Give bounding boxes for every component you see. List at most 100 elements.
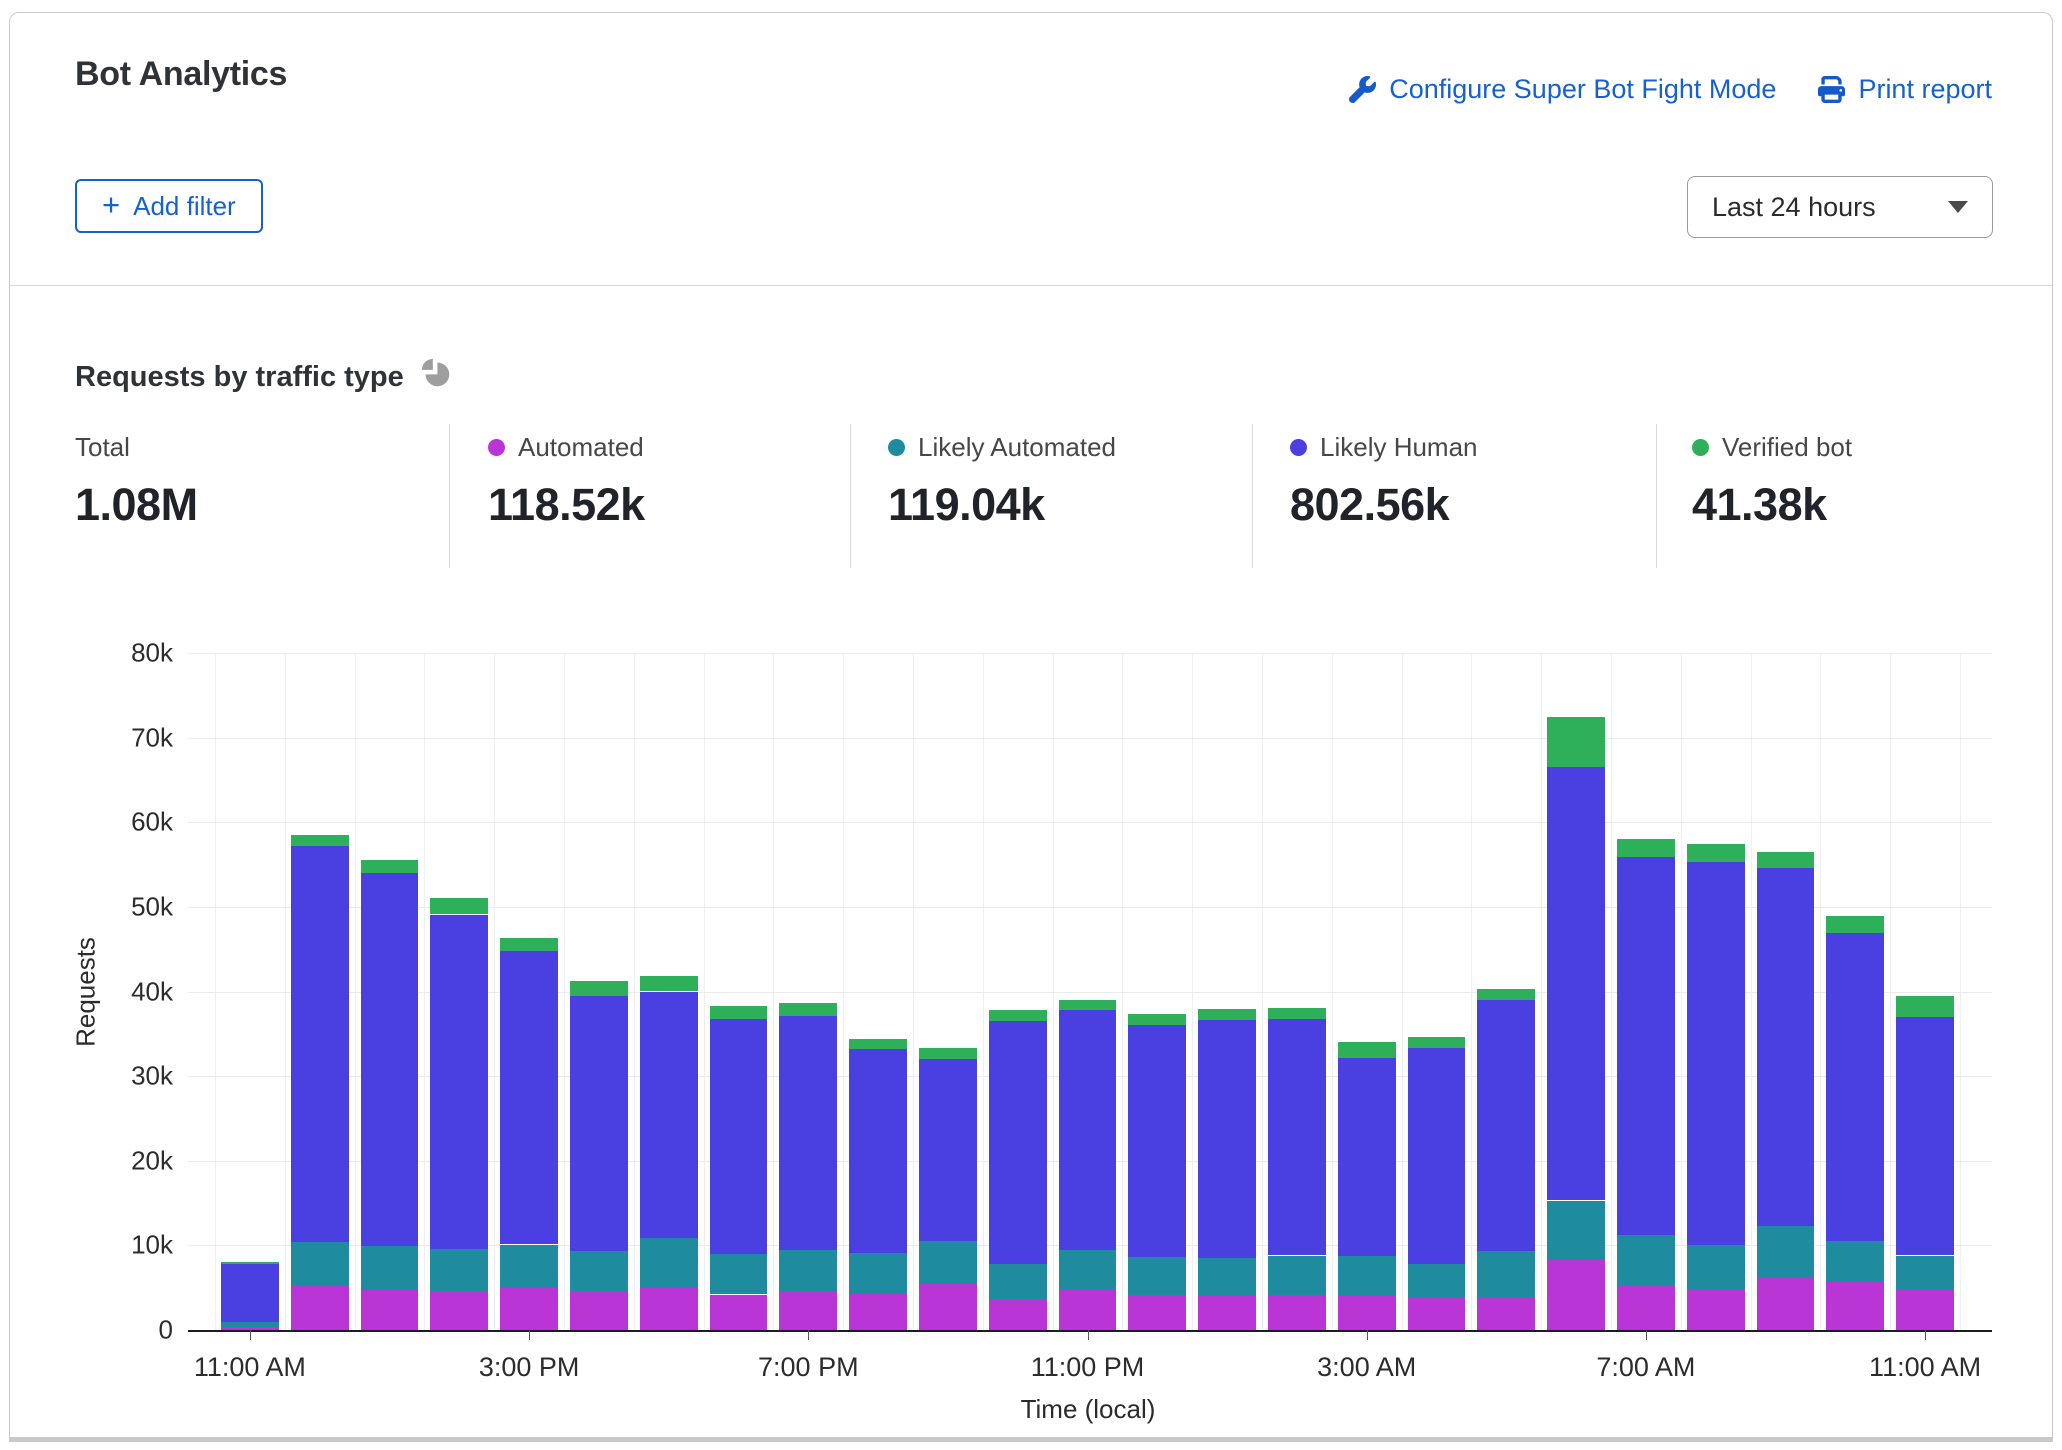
bar-segment-verified-bot[interactable] <box>500 938 558 951</box>
bar-segment-likely-human[interactable] <box>1617 857 1675 1235</box>
bar-segment-likely-automated[interactable] <box>1687 1245 1745 1290</box>
bar-segment-likely-human[interactable] <box>1128 1025 1186 1257</box>
bar-segment-likely-automated[interactable] <box>1059 1250 1117 1290</box>
bar-segment-automated[interactable] <box>989 1299 1047 1330</box>
bar-segment-verified-bot[interactable] <box>640 976 698 991</box>
bar-segment-likely-human[interactable] <box>430 915 488 1249</box>
bar-segment-automated[interactable] <box>1268 1295 1326 1330</box>
bar-segment-likely-human[interactable] <box>570 996 628 1252</box>
bar-segment-likely-automated[interactable] <box>849 1253 907 1294</box>
bar-segment-verified-bot[interactable] <box>1617 839 1675 857</box>
bar-segment-likely-human[interactable] <box>779 1016 837 1250</box>
bar-segment-likely-human[interactable] <box>1198 1020 1256 1258</box>
bar-segment-likely-automated[interactable] <box>1826 1241 1884 1282</box>
bar-segment-verified-bot[interactable] <box>1896 996 1954 1017</box>
bar-segment-likely-human[interactable] <box>500 951 558 1245</box>
bar-segment-likely-automated[interactable] <box>1338 1256 1396 1297</box>
bar-segment-likely-human[interactable] <box>989 1021 1047 1264</box>
bar-segment-verified-bot[interactable] <box>779 1003 837 1016</box>
bar-segment-automated[interactable] <box>500 1288 558 1330</box>
bar-segment-automated[interactable] <box>570 1291 628 1330</box>
bar-segment-automated[interactable] <box>1896 1290 1954 1330</box>
bar-segment-automated[interactable] <box>1128 1295 1186 1330</box>
bar-segment-automated[interactable] <box>1408 1298 1466 1330</box>
bar-segment-automated[interactable] <box>1826 1282 1884 1330</box>
bar-segment-automated[interactable] <box>1617 1285 1675 1330</box>
bar-segment-verified-bot[interactable] <box>849 1039 907 1049</box>
bar-segment-likely-automated[interactable] <box>1757 1226 1815 1277</box>
bar-segment-automated[interactable] <box>919 1284 977 1330</box>
bar-segment-verified-bot[interactable] <box>1338 1042 1396 1058</box>
bar-segment-likely-automated[interactable] <box>221 1322 279 1326</box>
bar-segment-automated[interactable] <box>291 1286 349 1330</box>
bar-segment-likely-automated[interactable] <box>710 1254 768 1295</box>
bar-segment-likely-automated[interactable] <box>1547 1201 1605 1260</box>
bar-segment-verified-bot[interactable] <box>1128 1014 1186 1025</box>
bar-segment-likely-automated[interactable] <box>430 1249 488 1291</box>
bar-segment-likely-automated[interactable] <box>1896 1256 1954 1291</box>
bar-segment-verified-bot[interactable] <box>291 835 349 846</box>
bar-segment-likely-human[interactable] <box>291 846 349 1242</box>
bar-segment-verified-bot[interactable] <box>919 1048 977 1059</box>
bar-segment-likely-human[interactable] <box>1268 1019 1326 1255</box>
bar-segment-likely-automated[interactable] <box>1268 1256 1326 1296</box>
bar-segment-verified-bot[interactable] <box>1408 1037 1466 1048</box>
bar-segment-verified-bot[interactable] <box>1059 1000 1117 1010</box>
bar-segment-likely-automated[interactable] <box>1477 1251 1535 1297</box>
bar-segment-automated[interactable] <box>640 1288 698 1330</box>
bar-segment-automated[interactable] <box>1477 1297 1535 1330</box>
bar-segment-automated[interactable] <box>779 1291 837 1330</box>
bar-segment-likely-automated[interactable] <box>919 1241 977 1284</box>
bar-segment-likely-automated[interactable] <box>500 1245 558 1288</box>
bar-segment-verified-bot[interactable] <box>1198 1009 1256 1020</box>
bar-segment-automated[interactable] <box>1757 1277 1815 1330</box>
bar-segment-verified-bot[interactable] <box>1687 844 1745 862</box>
bar-segment-likely-human[interactable] <box>221 1264 279 1322</box>
bar-segment-verified-bot[interactable] <box>1477 989 1535 1000</box>
bar-segment-automated[interactable] <box>1059 1289 1117 1330</box>
bar-segment-automated[interactable] <box>1198 1296 1256 1330</box>
bar-segment-likely-automated[interactable] <box>361 1246 419 1290</box>
bar-segment-automated[interactable] <box>849 1294 907 1330</box>
bar-segment-likely-automated[interactable] <box>1408 1264 1466 1298</box>
bar-segment-likely-automated[interactable] <box>1617 1235 1675 1285</box>
bar-segment-likely-human[interactable] <box>849 1049 907 1253</box>
bar-segment-verified-bot[interactable] <box>1547 717 1605 767</box>
bar-segment-likely-automated[interactable] <box>1128 1257 1186 1295</box>
bar-segment-likely-human[interactable] <box>710 1019 768 1254</box>
bar-segment-likely-automated[interactable] <box>1198 1258 1256 1296</box>
bar-segment-verified-bot[interactable] <box>361 860 419 874</box>
bar-segment-automated[interactable] <box>1547 1260 1605 1330</box>
bar-segment-verified-bot[interactable] <box>430 898 488 914</box>
bar-segment-verified-bot[interactable] <box>1757 852 1815 868</box>
bar-segment-automated[interactable] <box>430 1291 488 1330</box>
x-tick-mark <box>529 1330 530 1340</box>
bar-segment-likely-human[interactable] <box>1059 1010 1117 1250</box>
bar-segment-verified-bot[interactable] <box>710 1006 768 1019</box>
bar-segment-likely-human[interactable] <box>1757 868 1815 1226</box>
bar-segment-likely-human[interactable] <box>1338 1058 1396 1255</box>
bar-segment-likely-human[interactable] <box>1896 1017 1954 1256</box>
bar-segment-likely-human[interactable] <box>1547 767 1605 1200</box>
bar-segment-automated[interactable] <box>361 1290 419 1330</box>
bar-segment-likely-automated[interactable] <box>570 1251 628 1291</box>
bar-segment-likely-human[interactable] <box>640 992 698 1238</box>
bar-segment-likely-human[interactable] <box>1408 1048 1466 1264</box>
bar-segment-likely-human[interactable] <box>361 873 419 1246</box>
bar-segment-automated[interactable] <box>710 1295 768 1331</box>
bar-segment-verified-bot[interactable] <box>1826 916 1884 933</box>
bar-segment-automated[interactable] <box>1338 1296 1396 1330</box>
bar-segment-verified-bot[interactable] <box>1268 1008 1326 1019</box>
bar-segment-verified-bot[interactable] <box>570 981 628 995</box>
bar-segment-likely-automated[interactable] <box>291 1242 349 1286</box>
bar-segment-likely-human[interactable] <box>1687 862 1745 1245</box>
bar-segment-likely-human[interactable] <box>1477 1000 1535 1251</box>
bar-segment-likely-human[interactable] <box>1826 933 1884 1241</box>
bar-segment-likely-automated[interactable] <box>989 1264 1047 1299</box>
bar-segment-verified-bot[interactable] <box>221 1262 279 1264</box>
bar-segment-verified-bot[interactable] <box>989 1010 1047 1021</box>
bar-segment-likely-automated[interactable] <box>640 1238 698 1288</box>
bar-segment-automated[interactable] <box>1687 1289 1745 1330</box>
bar-segment-likely-human[interactable] <box>919 1059 977 1241</box>
bar-segment-likely-automated[interactable] <box>779 1250 837 1292</box>
